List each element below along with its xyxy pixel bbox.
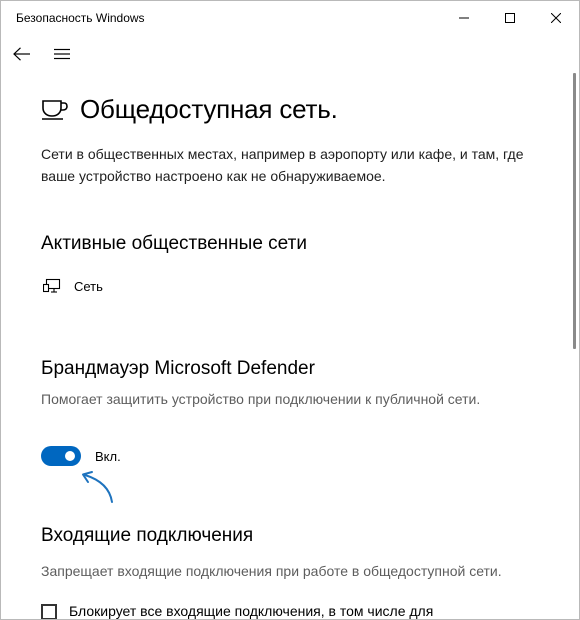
title-bar: Безопасность Windows: [1, 1, 579, 35]
minimize-button[interactable]: [441, 1, 487, 35]
network-label: Сеть: [74, 278, 103, 294]
block-incoming-label[interactable]: Блокирует все входящие подключения, в то…: [69, 603, 433, 619]
block-incoming-checkbox[interactable]: [41, 604, 57, 619]
toggle-label: Вкл.: [95, 449, 121, 464]
firewall-heading: Брандмауэр Microsoft Defender: [41, 358, 315, 379]
close-icon: [551, 13, 561, 23]
window-title: Безопасность Windows: [16, 11, 145, 25]
menu-button[interactable]: [50, 43, 74, 65]
app-window: Безопасность Windows Общедоступная сеть.…: [0, 0, 580, 620]
toggle-knob: [65, 451, 75, 461]
network-monitor-icon: [43, 278, 61, 293]
firewall-description: Помогает защитить устройство при подключ…: [41, 391, 481, 407]
coffee-cup-icon: [42, 100, 68, 120]
active-networks-heading: Активные общественные сети: [41, 233, 307, 254]
page-description: Сети в общественных местах, например в а…: [41, 146, 524, 184]
firewall-toggle[interactable]: [41, 446, 81, 466]
page-title: Общедоступная сеть.: [80, 94, 338, 124]
incoming-description: Запрещает входящие подключения при работ…: [41, 563, 502, 579]
maximize-icon: [505, 13, 515, 23]
scrollbar[interactable]: [573, 73, 576, 349]
incoming-heading: Входящие подключения: [41, 525, 254, 546]
minimize-icon: [459, 17, 469, 19]
back-button[interactable]: [10, 43, 34, 65]
close-button[interactable]: [533, 1, 579, 35]
network-item: Сеть: [43, 277, 103, 295]
hamburger-icon: [54, 48, 70, 60]
maximize-button[interactable]: [487, 1, 533, 35]
annotation-arrow-icon: [82, 471, 113, 503]
arrow-left-icon: [13, 47, 30, 61]
